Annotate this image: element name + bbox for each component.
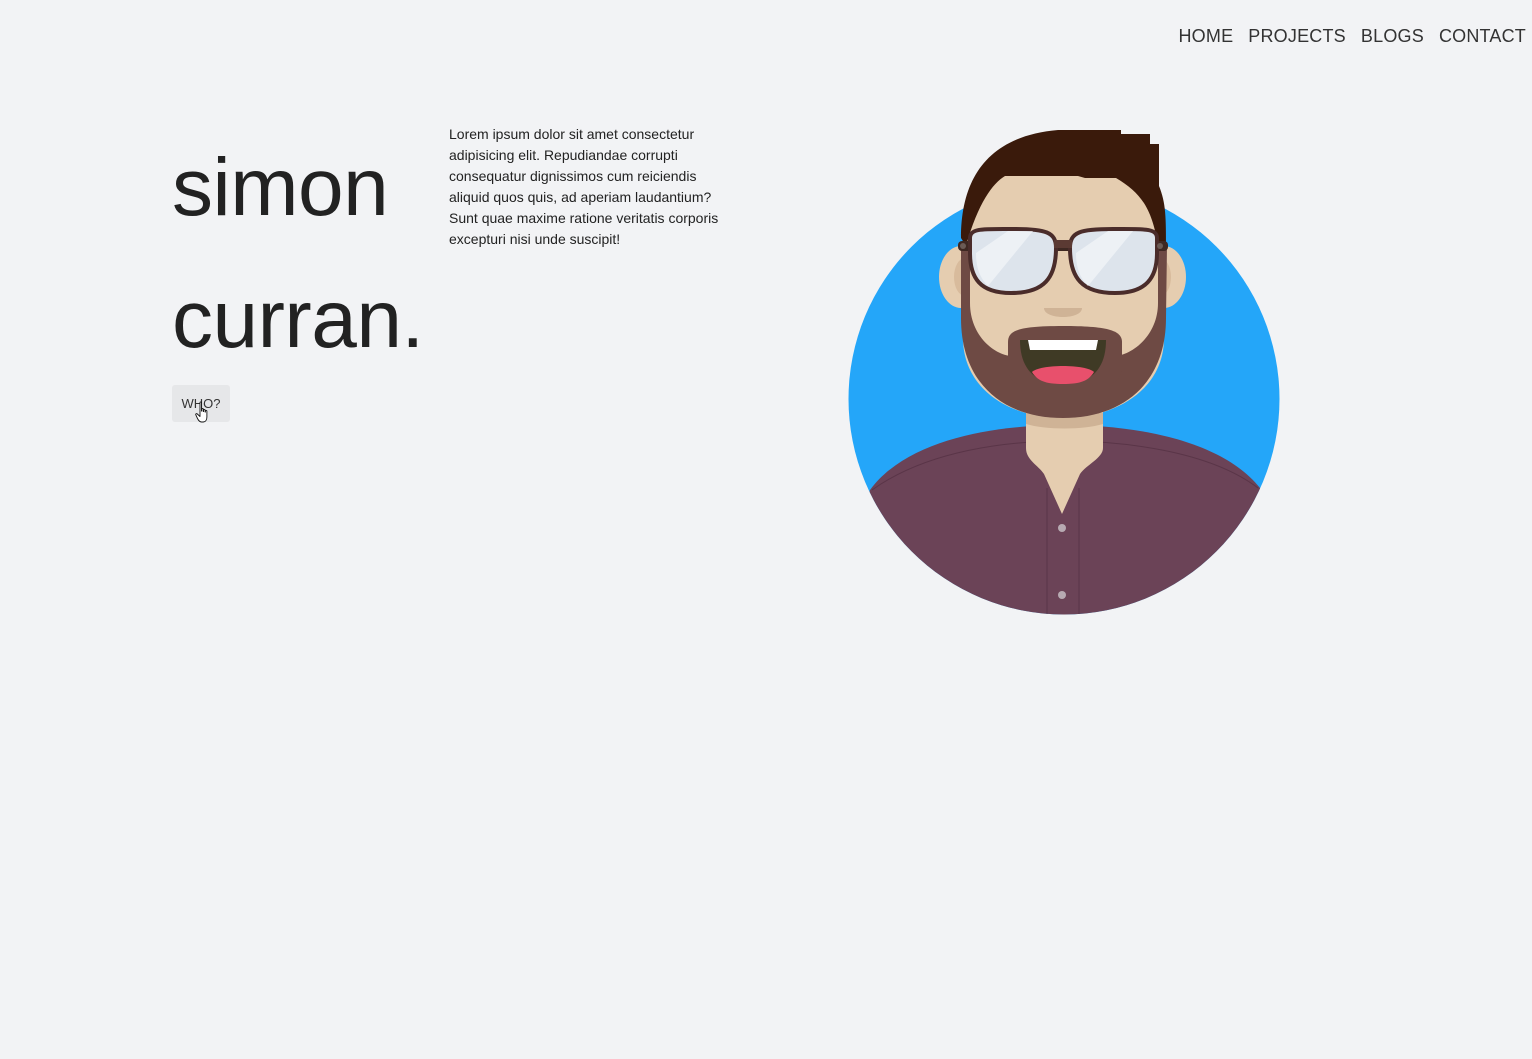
last-name: curran. bbox=[172, 274, 424, 365]
page-title: simon curran. bbox=[172, 122, 424, 386]
nav-home[interactable]: HOME bbox=[1178, 26, 1233, 47]
first-name: simon bbox=[172, 142, 389, 233]
top-nav: HOME PROJECTS BLOGS CONTACT bbox=[1178, 26, 1526, 47]
nav-blogs[interactable]: BLOGS bbox=[1361, 26, 1424, 47]
who-button[interactable]: WHO? bbox=[172, 385, 230, 422]
avatar-illustration bbox=[848, 130, 1280, 615]
nav-projects[interactable]: PROJECTS bbox=[1248, 26, 1346, 47]
nav-contact[interactable]: CONTACT bbox=[1439, 26, 1526, 47]
bio-text: Lorem ipsum dolor sit amet consectetur a… bbox=[449, 126, 719, 247]
page: HOME PROJECTS BLOGS CONTACT simon curran… bbox=[0, 0, 1532, 1059]
